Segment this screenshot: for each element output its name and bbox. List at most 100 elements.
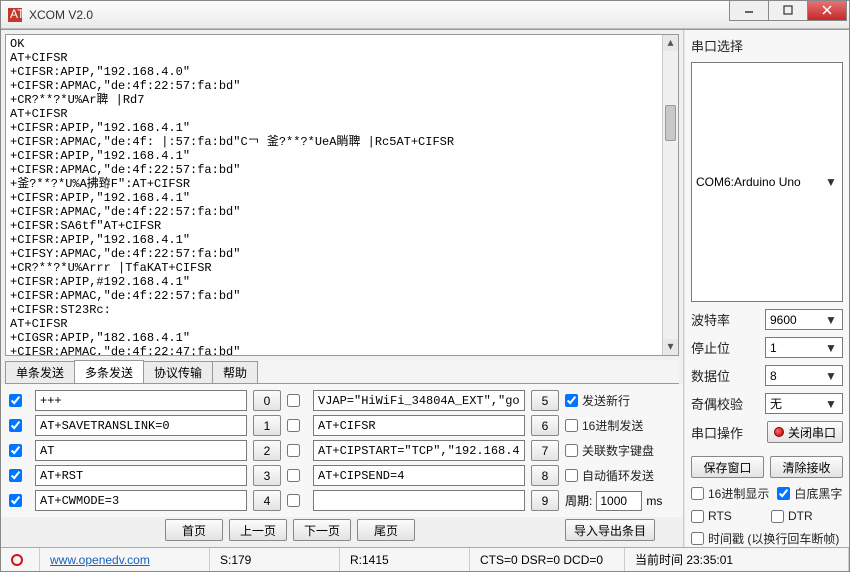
command-input-b-4[interactable] xyxy=(313,490,525,511)
prev-page-button[interactable]: 上一页 xyxy=(229,519,287,541)
option-1[interactable]: 16进制发送 xyxy=(565,417,643,434)
enable-checkbox-a-2[interactable] xyxy=(9,444,22,457)
status-indicator xyxy=(1,548,40,571)
databits-label: 数据位 xyxy=(691,366,730,385)
command-input-b-3[interactable] xyxy=(313,465,525,486)
minimize-button[interactable] xyxy=(729,1,769,21)
clear-receive-button[interactable]: 清除接收 xyxy=(770,456,843,478)
pagination-row: 首页 上一页 下一页 尾页 导入导出条目 xyxy=(1,517,683,547)
enable-checkbox-b-3[interactable] xyxy=(287,469,300,482)
sent-count: S:179 xyxy=(210,548,340,571)
command-input-b-0[interactable] xyxy=(313,390,525,411)
titlebar: ATK XCOM V2.0 xyxy=(1,1,849,29)
terminal-scrollbar[interactable]: ▴ ▾ xyxy=(662,35,678,355)
record-icon xyxy=(774,427,784,437)
chevron-down-icon: ▼ xyxy=(824,341,838,355)
send-button-5[interactable]: 5 xyxy=(531,390,559,411)
svg-text:ATK: ATK xyxy=(10,7,23,21)
stopbits-select[interactable]: 1▼ xyxy=(765,337,843,358)
enable-checkbox-b-2[interactable] xyxy=(287,444,300,457)
command-input-b-1[interactable] xyxy=(313,415,525,436)
recv-count: R:1415 xyxy=(340,548,470,571)
send-button-2[interactable]: 2 xyxy=(253,440,281,461)
white-bg-checkbox[interactable]: 白底黑字 xyxy=(777,485,842,502)
circle-icon xyxy=(11,554,23,566)
parity-select[interactable]: 无▼ xyxy=(765,393,843,414)
chevron-down-icon: ▼ xyxy=(824,397,838,411)
status-bar: www.openedv.com S:179 R:1415 CTS=0 DSR=0… xyxy=(1,547,849,571)
tab-3[interactable]: 帮助 xyxy=(212,361,258,383)
baud-select[interactable]: 9600▼ xyxy=(765,309,843,330)
scroll-down-icon[interactable]: ▾ xyxy=(663,339,678,355)
save-window-button[interactable]: 保存窗口 xyxy=(691,456,764,478)
port-select-label: 串口选择 xyxy=(691,36,843,55)
databits-select[interactable]: 8▼ xyxy=(765,365,843,386)
send-button-8[interactable]: 8 xyxy=(531,465,559,486)
first-page-button[interactable]: 首页 xyxy=(165,519,223,541)
port-select[interactable]: COM6:Arduino Uno ▼ xyxy=(691,62,843,302)
close-button[interactable] xyxy=(807,1,847,21)
send-button-4[interactable]: 4 xyxy=(253,490,281,511)
send-button-3[interactable]: 3 xyxy=(253,465,281,486)
tab-0[interactable]: 单条发送 xyxy=(5,361,75,383)
period-setting: 周期:ms xyxy=(565,491,662,511)
enable-checkbox-a-1[interactable] xyxy=(9,419,22,432)
scroll-thumb[interactable] xyxy=(665,105,676,141)
enable-checkbox-b-1[interactable] xyxy=(287,419,300,432)
send-tabs: 单条发送多条发送协议传输帮助 xyxy=(5,360,679,384)
send-button-0[interactable]: 0 xyxy=(253,390,281,411)
stopbits-label: 停止位 xyxy=(691,338,730,357)
send-row-2: 2 7 关联数字键盘 xyxy=(9,440,675,461)
port-value: COM6:Arduino Uno xyxy=(696,175,801,189)
website-link[interactable]: www.openedv.com xyxy=(50,553,150,567)
option-3[interactable]: 自动循环发送 xyxy=(565,467,654,484)
send-button-9[interactable]: 9 xyxy=(531,490,559,511)
window-title: XCOM V2.0 xyxy=(29,8,730,22)
chevron-down-icon: ▼ xyxy=(824,313,838,327)
next-page-button[interactable]: 下一页 xyxy=(293,519,351,541)
command-input-a-0[interactable] xyxy=(35,390,247,411)
send-row-0: 0 5 发送新行 xyxy=(9,390,675,411)
import-export-button[interactable]: 导入导出条目 xyxy=(565,519,655,541)
command-input-b-2[interactable] xyxy=(313,440,525,461)
enable-checkbox-b-4[interactable] xyxy=(287,494,300,507)
send-row-4: 4 9 周期:ms xyxy=(9,490,675,511)
maximize-button[interactable] xyxy=(768,1,808,21)
send-row-1: 1 6 16进制发送 xyxy=(9,415,675,436)
multi-send-panel: 0 5 发送新行 1 6 16进制发送 2 7 关联数字键盘 3 8 自动循环发送 4 9 周期:ms xyxy=(1,384,683,517)
tab-2[interactable]: 协议传输 xyxy=(143,361,213,383)
option-0[interactable]: 发送新行 xyxy=(565,392,630,409)
port-op-label: 串口操作 xyxy=(691,423,743,442)
last-page-button[interactable]: 尾页 xyxy=(357,519,415,541)
chevron-down-icon: ▼ xyxy=(824,175,838,189)
send-button-1[interactable]: 1 xyxy=(253,415,281,436)
send-button-7[interactable]: 7 xyxy=(531,440,559,461)
timestamp-checkbox[interactable]: 时间戳 (以换行回车断帧) xyxy=(691,530,843,547)
command-input-a-4[interactable] xyxy=(35,490,247,511)
parity-label: 奇偶校验 xyxy=(691,394,743,413)
app-icon: ATK xyxy=(7,7,23,23)
chevron-down-icon: ▼ xyxy=(824,369,838,383)
tab-1[interactable]: 多条发送 xyxy=(74,360,144,383)
rts-checkbox[interactable]: RTS xyxy=(691,509,763,523)
terminal-text[interactable]: OK AT+CIFSR +CIFSR:APIP,"192.168.4.0" +C… xyxy=(6,35,678,355)
enable-checkbox-a-3[interactable] xyxy=(9,469,22,482)
send-row-3: 3 8 自动循环发送 xyxy=(9,465,675,486)
command-input-a-1[interactable] xyxy=(35,415,247,436)
send-button-6[interactable]: 6 xyxy=(531,415,559,436)
terminal-output: OK AT+CIFSR +CIFSR:APIP,"192.168.4.0" +C… xyxy=(5,34,679,356)
close-port-button[interactable]: 关闭串口 xyxy=(767,421,843,443)
ctrl-lines: CTS=0 DSR=0 DCD=0 xyxy=(470,548,625,571)
command-input-a-2[interactable] xyxy=(35,440,247,461)
period-input[interactable] xyxy=(596,491,642,511)
dtr-checkbox[interactable]: DTR xyxy=(771,509,843,523)
scroll-up-icon[interactable]: ▴ xyxy=(663,35,678,51)
enable-checkbox-a-0[interactable] xyxy=(9,394,22,407)
option-2[interactable]: 关联数字键盘 xyxy=(565,442,654,459)
command-input-a-3[interactable] xyxy=(35,465,247,486)
current-time: 当前时间 23:35:01 xyxy=(625,548,849,571)
enable-checkbox-a-4[interactable] xyxy=(9,494,22,507)
baud-label: 波特率 xyxy=(691,310,730,329)
enable-checkbox-b-0[interactable] xyxy=(287,394,300,407)
hex-display-checkbox[interactable]: 16进制显示 xyxy=(691,485,769,502)
